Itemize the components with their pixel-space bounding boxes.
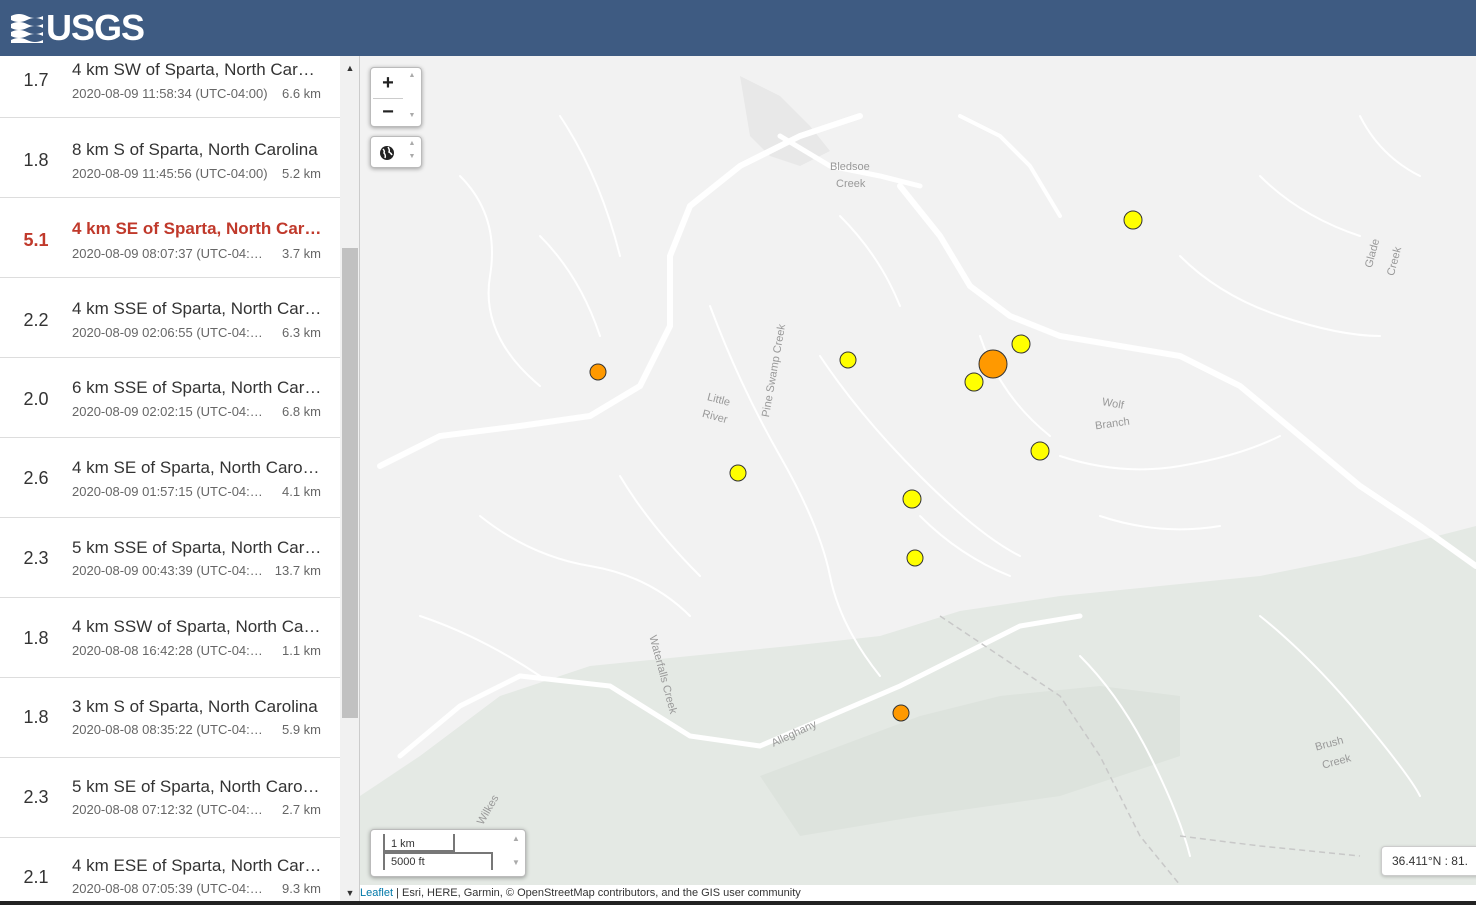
scale-scroll-up-icon: ▲ [512,834,520,843]
earthquake-marker[interactable] [589,363,607,381]
scale-ft: 5000 ft [383,852,493,870]
event-time: 2020-08-09 11:58:34 (UTC-04:00) [72,86,268,101]
earthquake-markers-layer [589,210,1143,722]
event-time: 2020-08-08 07:05:39 (UTC-04:00) [72,881,268,896]
event-time: 2020-08-09 00:43:39 (UTC-04:00) [72,563,268,578]
event-place: 4 km SSW of Sparta, North Carolina [72,617,322,636]
event-depth: 4.1 km [281,484,321,499]
event-place: 6 km SSE of Sparta, North Carolina [72,378,322,397]
event-time: 2020-08-08 08:35:22 (UTC-04:00) [72,722,268,737]
event-place: 4 km SW of Sparta, North Carolina [72,60,322,79]
usgs-logo[interactable]: USGS [10,7,145,48]
zoom-control: + − ▲ ▼ [370,67,422,127]
event-magnitude: 2.2 [23,310,49,330]
event-magnitude: 1.8 [23,707,49,727]
earthquake-marker-selected[interactable] [978,349,1008,379]
event-place: 4 km ESE of Sparta, North Carolina [72,856,322,875]
event-item-9[interactable]: 2.3 5 km SE of Sparta, North Carolina 20… [0,758,340,838]
event-item-10[interactable]: 2.1 4 km ESE of Sparta, North Carolina 2… [0,838,340,905]
earthquake-marker[interactable] [1123,210,1143,230]
zoom-scroll-down-icon: ▼ [408,112,416,119]
event-time: 2020-08-09 02:06:55 (UTC-04:00) [72,325,268,340]
leaflet-link[interactable]: Leaflet [360,887,393,899]
usgs-wave-icon [11,14,43,43]
event-depth: 9.3 km [281,881,321,896]
event-magnitude: 2.3 [23,548,49,568]
event-magnitude: 1.7 [23,70,49,90]
event-item-8[interactable]: 1.8 3 km S of Sparta, North Carolina 202… [0,678,340,758]
event-item-4[interactable]: 2.0 6 km SSE of Sparta, North Carolina 2… [0,358,340,438]
layers-control[interactable]: ▲ ▼ [370,136,422,168]
event-time: 2020-08-09 11:45:56 (UTC-04:00) [72,166,268,181]
layers-scroll-up-icon: ▲ [408,140,416,147]
globe-icon[interactable] [375,141,399,165]
zoom-in-button[interactable]: + [373,69,403,97]
scale-control: 1 km 5000 ft ▲ ▼ [370,829,526,877]
event-item-5[interactable]: 2.6 4 km SE of Sparta, North Carolina 20… [0,438,340,518]
map-view[interactable]: Bledsoe Creek Little River Pine Swamp Cr… [360,56,1476,885]
logo-text: USGS [46,7,145,48]
coordinates-readout: 36.411°N : 81. [1381,846,1476,876]
event-list[interactable]: 1.7 4 km SW of Sparta, North Carolina 20… [0,56,340,905]
event-depth: 6.8 km [281,404,321,419]
event-magnitude: 2.0 [23,389,49,409]
list-scrollbar[interactable]: ▲ ▼ [340,56,360,905]
event-depth: 2.7 km [281,802,321,817]
event-depth: 3.7 km [281,246,321,261]
event-place: 3 km S of Sparta, North Carolina [72,697,318,716]
earthquake-marker[interactable] [839,351,857,369]
earthquake-marker[interactable] [729,464,747,482]
event-depth: 5.2 km [281,166,321,181]
earthquake-marker[interactable] [906,549,924,567]
zoom-out-button[interactable]: − [373,98,403,126]
scroll-up-arrow-icon[interactable]: ▲ [340,58,360,78]
event-item-7[interactable]: 1.8 4 km SSW of Sparta, North Carolina 2… [0,598,340,678]
event-item-3[interactable]: 2.2 4 km SSE of Sparta, North Carolina 2… [0,278,340,358]
bottom-border [0,901,1476,905]
event-place: 5 km SE of Sparta, North Carolina [72,777,322,796]
earthquake-marker[interactable] [892,704,910,722]
event-depth: 1.1 km [281,643,321,658]
event-time: 2020-08-08 07:12:32 (UTC-04:00) [72,802,268,817]
event-time: 2020-08-08 16:42:28 (UTC-04:00) [72,643,268,658]
event-place: 4 km SE of Sparta, North Carolina [72,219,322,238]
zoom-scroll-up-icon: ▲ [408,72,416,79]
event-magnitude: 2.6 [23,468,49,488]
event-magnitude: 2.3 [23,787,49,807]
scroll-thumb[interactable] [342,248,358,718]
earthquake-marker[interactable] [902,489,922,509]
event-place: 8 km S of Sparta, North Carolina [72,140,318,159]
event-depth: 6.3 km [281,325,321,340]
event-magnitude: 1.8 [23,628,49,648]
event-item-1[interactable]: 1.8 8 km S of Sparta, North Carolina 202… [0,118,340,198]
event-depth: 5.9 km [281,722,321,737]
header-bar: USGS [0,0,1476,56]
event-magnitude: 2.1 [23,867,49,887]
event-item-0[interactable]: 1.7 4 km SW of Sparta, North Carolina 20… [0,56,340,118]
event-time: 2020-08-09 02:02:15 (UTC-04:00) [72,404,268,419]
event-magnitude: 1.8 [23,150,49,170]
earthquake-marker[interactable] [964,372,984,392]
event-time: 2020-08-09 01:57:15 (UTC-04:00) [72,484,268,499]
earthquake-marker[interactable] [1030,441,1050,461]
event-item-selected[interactable]: 5.1 4 km SE of Sparta, North Carolina 20… [0,198,340,278]
event-time: 2020-08-09 08:07:37 (UTC-04:00) [72,246,268,261]
event-place: 5 km SSE of Sparta, North Carolina [72,538,322,557]
layers-scroll-down-icon: ▼ [408,153,416,160]
event-magnitude: 5.1 [23,230,49,250]
event-item-6[interactable]: 2.3 5 km SSE of Sparta, North Carolina 2… [0,518,340,598]
event-depth: 6.6 km [281,86,321,101]
event-depth: 13.7 km [274,563,321,578]
scale-scroll-down-icon: ▼ [512,858,520,867]
attribution-text: | Esri, HERE, Garmin, © OpenStreetMap co… [393,887,801,899]
event-place: 4 km SSE of Sparta, North Carolina [72,299,322,318]
scale-km: 1 km [383,834,455,852]
earthquake-marker[interactable] [1011,334,1031,354]
event-place: 4 km SE of Sparta, North Carolina [72,458,322,477]
scroll-down-arrow-icon[interactable]: ▼ [340,883,360,903]
